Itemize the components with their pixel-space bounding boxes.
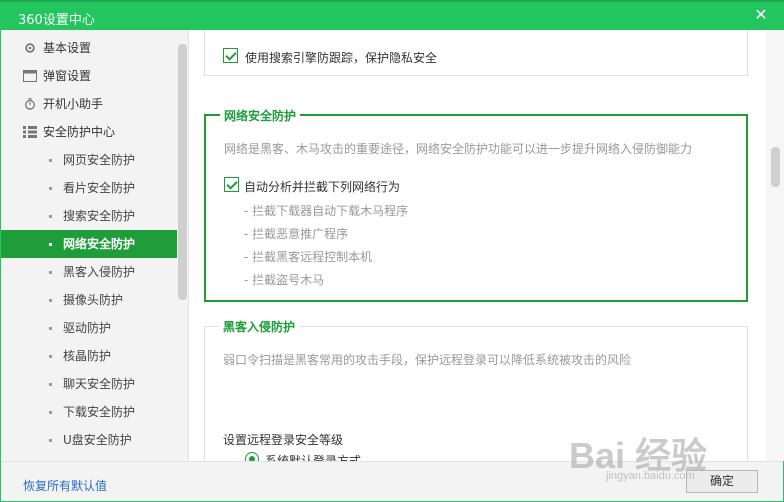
sidebar-subitem-label: 网络安全防护 <box>63 237 136 251</box>
sidebar: 基本设置 弹窗设置 开机小助手 安全防护中心 网页安全防护 看片安全防护 搜索安… <box>1 30 189 461</box>
bullet-icon <box>49 327 52 330</box>
bullet-icon <box>49 187 52 190</box>
sidebar-subitem-label: U盘安全防护 <box>63 433 132 447</box>
content-scrollbar-thumb[interactable] <box>771 147 780 187</box>
watermark-url: jingyan.baidu.com <box>606 470 695 482</box>
settings-content: 使用搜索引擎防跟踪，保护隐私安全 网络安全防护 网络是黑客、木马攻击的重要途径，… <box>190 30 784 461</box>
sidebar-subitem-search-protection[interactable]: 搜索安全防护 <box>1 202 177 230</box>
network-protection-panel: 网络安全防护 网络是黑客、木马攻击的重要途径，网络安全防护功能可以进一步提升网络… <box>204 107 748 302</box>
content-scrollbar-track[interactable] <box>766 30 784 461</box>
intercept-item: - 拦截黑客远程控制本机 <box>244 250 373 264</box>
sidebar-item-label: 安全防护中心 <box>43 125 116 139</box>
sidebar-subitem-label: 搜索安全防护 <box>63 209 136 223</box>
sidebar-subitem-driver-protection[interactable]: 驱动防护 <box>1 314 177 342</box>
settings-window: 基本设置 弹窗设置 开机小助手 安全防护中心 网页安全防护 看片安全防护 搜索安… <box>0 30 784 502</box>
sidebar-subitem-usb-protection[interactable]: U盘安全防护 <box>1 426 177 454</box>
grid-icon <box>23 126 37 138</box>
search-protection-panel: 使用搜索引擎防跟踪，保护隐私安全 <box>204 30 748 76</box>
sidebar-item-label: 开机小助手 <box>43 97 104 111</box>
sidebar-scrollbar[interactable] <box>178 44 187 300</box>
restore-defaults-link[interactable]: 恢复所有默认值 <box>23 477 107 494</box>
sidebar-subitem-label: 看片安全防护 <box>63 181 136 195</box>
sidebar-subitem-camera-protection[interactable]: 摄像头防护 <box>1 286 177 314</box>
close-icon[interactable]: ✕ <box>752 6 770 24</box>
default-login-label: 系统默认登录方式 <box>265 454 362 461</box>
window-title: 360设置中心 <box>18 13 95 28</box>
sidebar-item-security-center[interactable]: 安全防护中心 <box>1 118 177 146</box>
sidebar-subitem-web-protection[interactable]: 网页安全防护 <box>1 146 177 174</box>
sidebar-subitem-label: 驱动防护 <box>63 321 112 335</box>
intercept-item: - 拦截下载器自动下载木马程序 <box>244 204 409 218</box>
intercept-item: - 拦截盗号木马 <box>244 273 325 287</box>
sidebar-item-label: 基本设置 <box>43 41 92 55</box>
sidebar-subitem-crystal-protection[interactable]: 核晶防护 <box>1 342 177 370</box>
bullet-icon <box>49 411 52 414</box>
sidebar-subitem-label: 网页安全防护 <box>63 153 136 167</box>
auto-intercept-checkbox[interactable] <box>224 177 239 192</box>
network-section-title: 网络安全防护 <box>220 107 301 124</box>
bullet-icon <box>49 159 52 162</box>
bullet-icon <box>49 271 52 274</box>
hacker-section-title: 黑客入侵防护 <box>219 318 300 335</box>
sidebar-subitem-hacker-protection[interactable]: 黑客入侵防护 <box>1 258 177 286</box>
sidebar-subitem-label: 黑客入侵防护 <box>63 265 136 279</box>
network-description: 网络是黑客、木马攻击的重要途径，网络安全防护功能可以进一步提升网络入侵防御能力 <box>224 142 693 156</box>
bullet-icon <box>49 383 52 386</box>
bullet-icon <box>49 299 52 302</box>
sidebar-item-basic-settings[interactable]: 基本设置 <box>1 34 177 62</box>
default-login-radio[interactable] <box>245 452 259 461</box>
sidebar-subitem-label: 聊天安全防护 <box>63 377 136 391</box>
anti-tracking-label: 使用搜索引擎防跟踪，保护隐私安全 <box>245 51 438 65</box>
sidebar-item-label: 弹窗设置 <box>43 69 92 83</box>
gear-icon <box>25 43 35 53</box>
window-icon <box>23 70 37 82</box>
auto-intercept-label: 自动分析并拦截下列网络行为 <box>244 180 401 194</box>
anti-tracking-checkbox[interactable] <box>223 48 238 63</box>
sidebar-item-startup-assistant[interactable]: 开机小助手 <box>1 90 177 118</box>
bullet-icon <box>49 215 52 218</box>
power-timer-icon <box>25 98 35 110</box>
bullet-icon <box>49 243 52 246</box>
bullet-icon <box>49 355 52 358</box>
sidebar-subitem-label: 核晶防护 <box>63 349 112 363</box>
hacker-description: 弱口令扫描是黑客常用的攻击手段，保护远程登录可以降低系统被攻击的风险 <box>223 353 632 367</box>
sidebar-item-popup-settings[interactable]: 弹窗设置 <box>1 62 177 90</box>
sidebar-subitem-label: 摄像头防护 <box>63 293 124 307</box>
remote-login-level-label: 设置远程登录安全等级 <box>223 433 344 447</box>
sidebar-subitem-download-protection[interactable]: 下载安全防护 <box>1 398 177 426</box>
sidebar-subitem-video-protection[interactable]: 看片安全防护 <box>1 174 177 202</box>
bullet-icon <box>49 439 52 442</box>
sidebar-subitem-network-protection[interactable]: 网络安全防护 <box>1 230 177 258</box>
intercept-item: - 拦截恶意推广程序 <box>244 227 349 241</box>
title-bar: 360设置中心 ✕ <box>0 0 784 30</box>
sidebar-subitem-label: 下载安全防护 <box>63 405 136 419</box>
sidebar-subitem-chat-protection[interactable]: 聊天安全防护 <box>1 370 177 398</box>
